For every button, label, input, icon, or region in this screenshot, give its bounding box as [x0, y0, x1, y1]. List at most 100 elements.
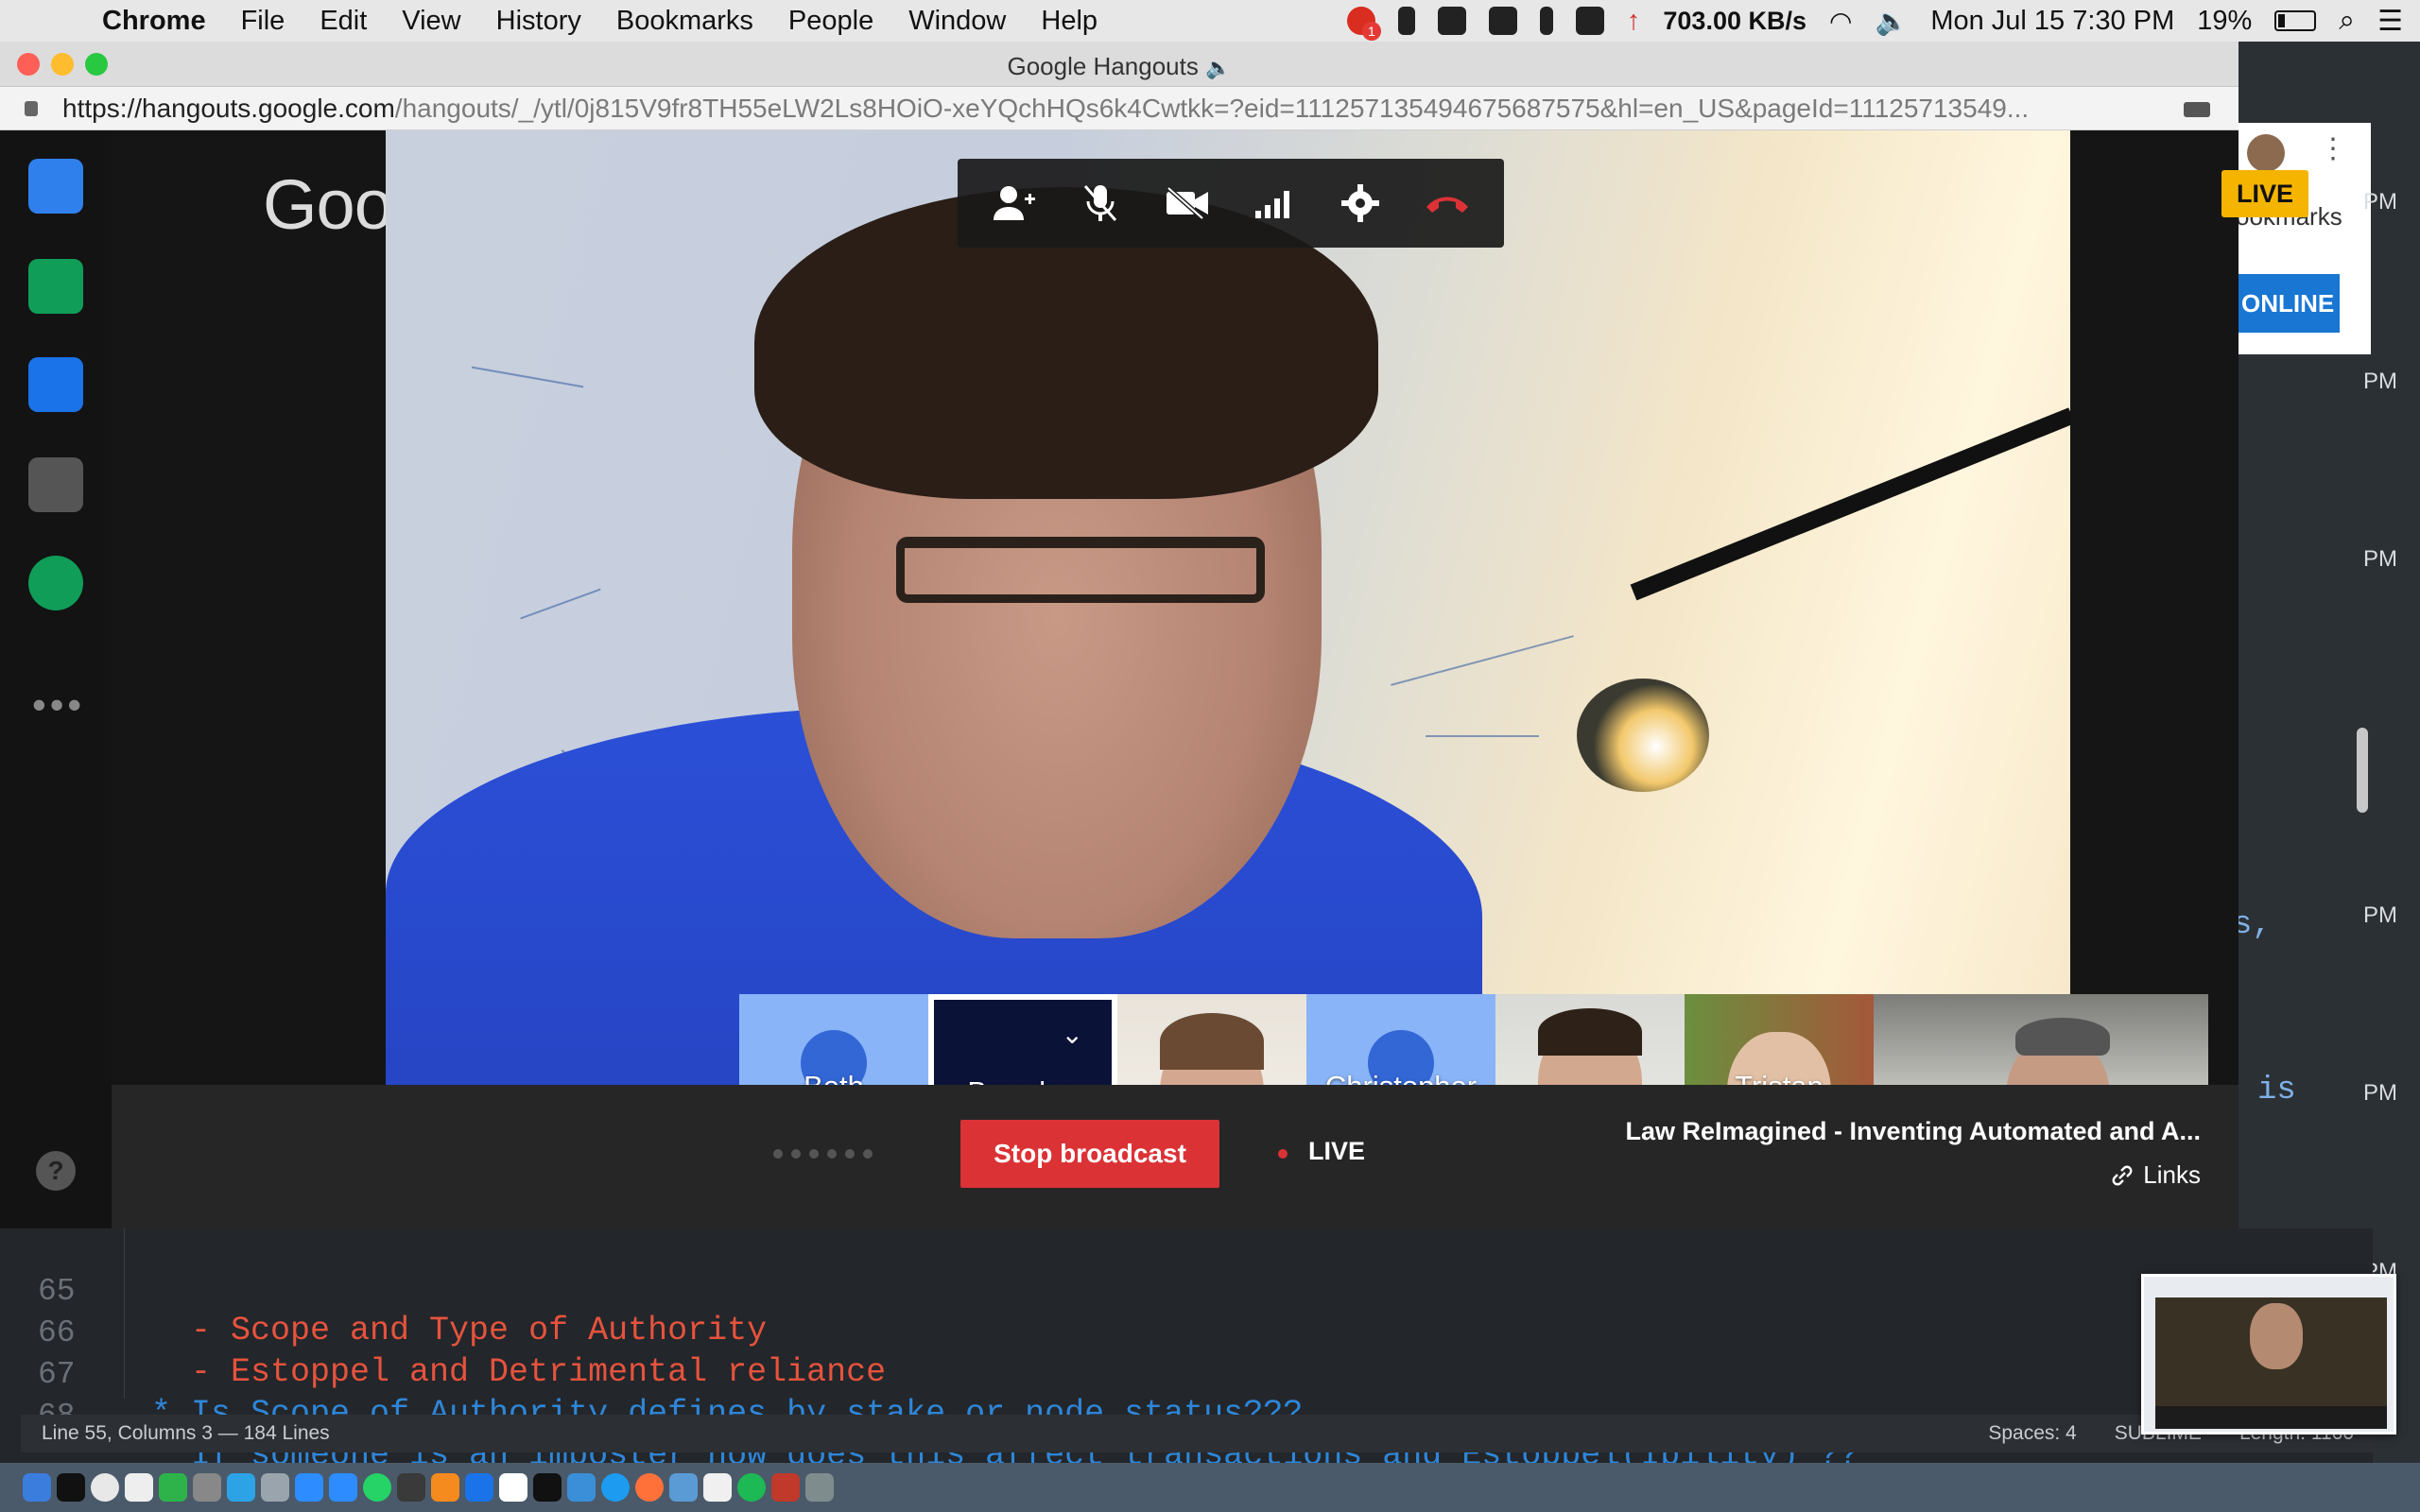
- event-title: Law ReImagined - Inventing Automated and…: [1625, 1117, 2201, 1145]
- notification-center-icon[interactable]: ☰: [2377, 5, 2403, 38]
- chevron-down-icon[interactable]: ⌄: [1062, 1019, 1083, 1050]
- mac-menubar: Chrome File Edit View History Bookmarks …: [0, 0, 2420, 42]
- scrollbar-thumb[interactable]: [2357, 728, 2368, 813]
- control-room-app-icon[interactable]: [28, 457, 83, 512]
- overflow-text: s,: [2233, 907, 2272, 943]
- firefox-icon[interactable]: [635, 1473, 664, 1502]
- signal-icon: [1254, 191, 1289, 218]
- github-icon[interactable]: [533, 1473, 562, 1502]
- call-controls: [958, 159, 1504, 248]
- battery-icon[interactable]: [2274, 10, 2317, 31]
- menu-bookmarks[interactable]: Bookmarks: [616, 6, 753, 37]
- editor-status-bar: Line 55, Columns 3 — 184 Lines Spaces: 4…: [21, 1415, 2373, 1452]
- search-icon[interactable]: ⌕: [2339, 5, 2355, 37]
- screen: ⋮ ookmarks ONLINE PM PM PM PM PM PM s, i…: [0, 0, 2420, 1512]
- window-titlebar: Google Hangouts 🔈: [0, 42, 2238, 87]
- app-icon[interactable]: [465, 1473, 493, 1502]
- main-video[interactable]: [386, 130, 2070, 1085]
- app-icon[interactable]: [431, 1473, 459, 1502]
- app-icon[interactable]: [669, 1473, 698, 1502]
- clock[interactable]: Mon Jul 15 7:30 PM: [1930, 6, 2174, 37]
- safari-icon[interactable]: [601, 1473, 630, 1502]
- app-icon[interactable]: [397, 1473, 425, 1502]
- profile-avatar[interactable]: [2247, 134, 2285, 172]
- whatsapp-icon[interactable]: [363, 1473, 391, 1502]
- telegram-icon[interactable]: [227, 1473, 255, 1502]
- upload-arrow-icon: ↑: [1626, 5, 1641, 36]
- desk-lamp: [1630, 407, 2070, 601]
- finder-icon[interactable]: [23, 1473, 51, 1502]
- paperclip-icon[interactable]: [1539, 7, 1553, 35]
- trash-icon[interactable]: [805, 1473, 834, 1502]
- links-button[interactable]: Links: [2111, 1160, 2201, 1190]
- spotify-icon[interactable]: [737, 1473, 766, 1502]
- wifi-icon[interactable]: ◠: [1829, 6, 1852, 37]
- remote-control-app-icon[interactable]: [28, 357, 83, 412]
- add-person-icon: [993, 186, 1035, 220]
- menu-people[interactable]: People: [788, 6, 873, 37]
- lock-icon: [25, 100, 38, 116]
- online-button[interactable]: ONLINE: [2236, 274, 2340, 333]
- tray-icon[interactable]: [1575, 7, 1604, 35]
- url-path: /hangouts/_/ytl/0j815V9fr8TH55eLW2Ls8HOi…: [394, 93, 2030, 123]
- app-icon[interactable]: [159, 1473, 187, 1502]
- overflow-text: is: [2257, 1073, 2296, 1108]
- camera-in-use-icon[interactable]: [2184, 102, 2210, 117]
- settings-button[interactable]: [1337, 180, 1384, 227]
- dropbox-icon[interactable]: [1437, 7, 1466, 35]
- mute-mic-button[interactable]: [1077, 180, 1124, 227]
- page-indicator: [773, 1149, 873, 1159]
- app-icon[interactable]: [499, 1473, 527, 1502]
- app-icon[interactable]: [261, 1473, 289, 1502]
- whiteboard-drawing: [1391, 635, 1574, 686]
- hang-up-button[interactable]: [1424, 180, 1471, 227]
- live-dot-icon: [1278, 1149, 1288, 1159]
- editor-line[interactable]: 65 - Scope and Type of Authority: [0, 1236, 767, 1349]
- camera-toggle-button[interactable]: [1164, 180, 1211, 227]
- menu-file[interactable]: File: [241, 6, 285, 37]
- stop-broadcast-button[interactable]: Stop broadcast: [960, 1120, 1219, 1188]
- menu-view[interactable]: View: [402, 6, 460, 37]
- participant-hair: [1538, 1008, 1642, 1056]
- time-label: PM: [2363, 902, 2397, 928]
- app-icon[interactable]: [193, 1473, 221, 1502]
- time-label: PM: [2363, 369, 2397, 394]
- app-icon[interactable]: [567, 1473, 596, 1502]
- menu-edit[interactable]: Edit: [320, 6, 367, 37]
- editor-line[interactable]: 68 * If someone is an imposter how does …: [0, 1361, 1858, 1474]
- bandwidth-button[interactable]: [1251, 180, 1298, 227]
- editor-line[interactable]: 66 - Estoppel and Detrimental reliance: [0, 1278, 886, 1391]
- editor-line[interactable]: 67 * Is Scope of Authority defines by st…: [0, 1319, 1303, 1433]
- app-icon[interactable]: [771, 1473, 800, 1502]
- menu-window[interactable]: Window: [908, 6, 1006, 37]
- zoom-icon[interactable]: [295, 1473, 323, 1502]
- indentation-setting[interactable]: Spaces: 4: [1988, 1422, 2076, 1445]
- screenshare-app-icon[interactable]: [28, 259, 83, 314]
- dock: [0, 1463, 2420, 1512]
- app-icon[interactable]: [125, 1473, 153, 1502]
- app-icon[interactable]: [329, 1473, 357, 1502]
- chat-app-icon[interactable]: [28, 159, 83, 214]
- battery-percent: 19%: [2197, 5, 2253, 36]
- url-host: https://hangouts.google.com: [62, 93, 395, 123]
- menu-help[interactable]: Help: [1041, 6, 1098, 37]
- add-person-button[interactable]: [991, 180, 1038, 227]
- notification-icon[interactable]: 1: [1346, 7, 1381, 41]
- more-icon[interactable]: ⋮: [2319, 132, 2347, 165]
- menu-history[interactable]: History: [496, 6, 581, 37]
- bookmark-icon[interactable]: [1397, 7, 1415, 35]
- address-bar[interactable]: https://hangouts.google.com /hangouts/_/…: [0, 87, 2238, 130]
- toolbox-app-icon[interactable]: [28, 556, 83, 610]
- terminal-icon[interactable]: [57, 1473, 85, 1502]
- app-tray-icon[interactable]: [1488, 7, 1517, 35]
- calendar-icon[interactable]: [703, 1473, 732, 1502]
- volume-icon[interactable]: 🔈: [1875, 6, 1908, 37]
- chrome-icon[interactable]: [91, 1473, 119, 1502]
- picture-in-picture-preview[interactable]: [2141, 1274, 2396, 1435]
- time-label: PM: [2363, 546, 2397, 572]
- participant-hair: [1160, 1013, 1264, 1070]
- more-apps-icon[interactable]: •••: [32, 682, 85, 728]
- app-menu[interactable]: Chrome: [102, 6, 206, 37]
- help-icon[interactable]: ?: [36, 1151, 76, 1191]
- links-label: Links: [2143, 1160, 2201, 1189]
